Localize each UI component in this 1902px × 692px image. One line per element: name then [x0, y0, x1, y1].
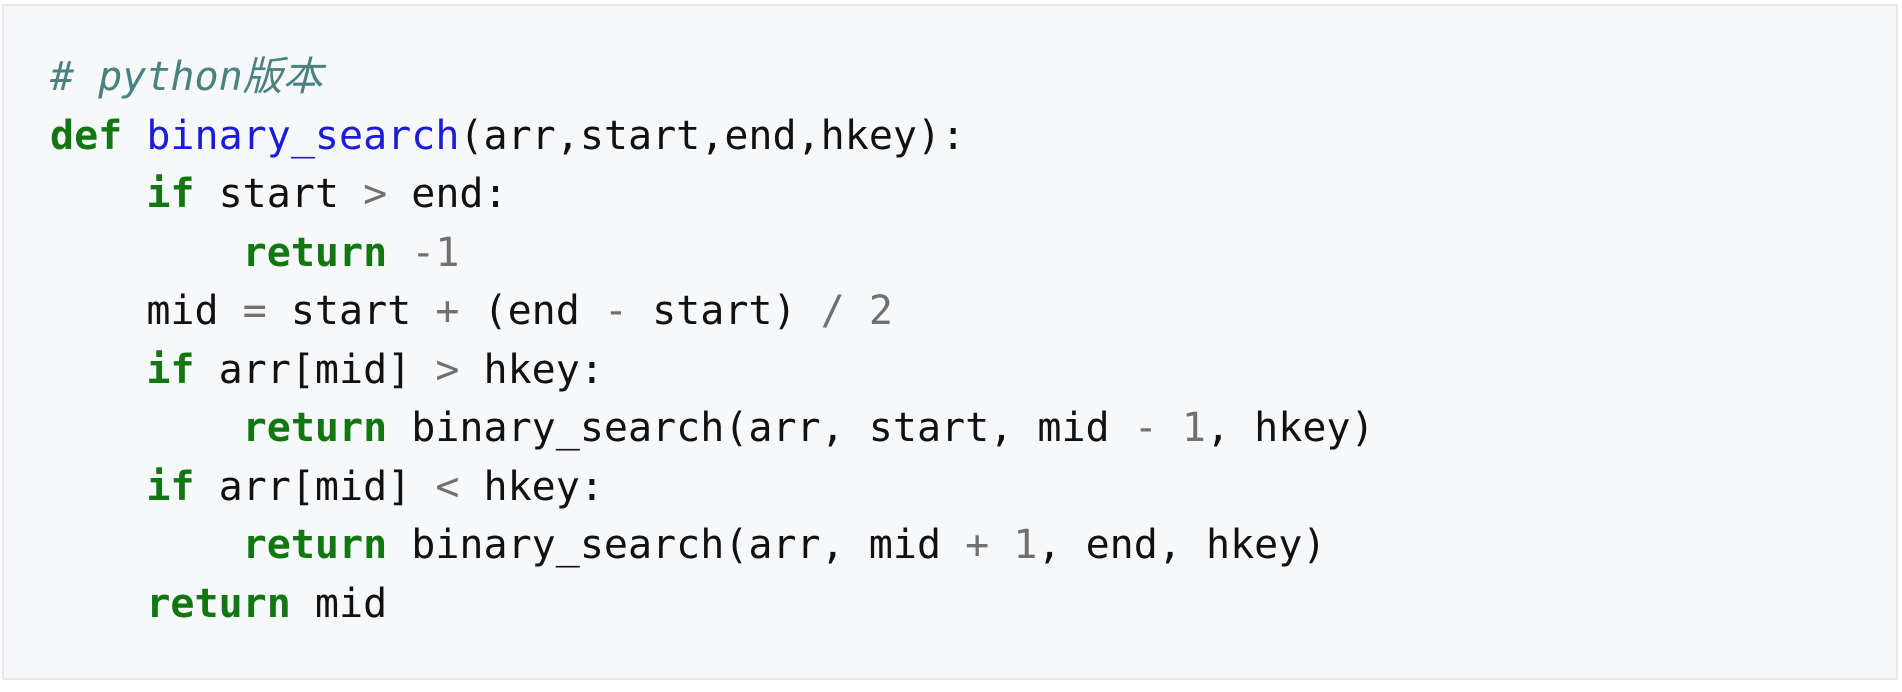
code-line-2: def binary_search(arr,start,end,hkey): [50, 107, 1850, 166]
code-number: 1 [1181, 405, 1206, 451]
code-text: binary_search(arr, mid [387, 522, 966, 568]
code-operator: - [1133, 405, 1158, 451]
code-text: arr[mid] [194, 463, 436, 510]
code-operator: > [435, 346, 460, 393]
code-function-name: binary_search [146, 112, 460, 159]
code-text: hkey: [459, 463, 604, 510]
code-operator: + [435, 288, 460, 334]
code-number: 1 [1013, 522, 1038, 568]
code-line-10: return mid [50, 575, 1850, 634]
code-operator: < [435, 463, 460, 510]
code-text: , end, hkey) [1037, 522, 1327, 568]
code-number: 2 [868, 288, 893, 334]
code-operator: > [363, 171, 388, 217]
code-comment: # python版本 [50, 54, 323, 100]
code-text: (arr,start,end,hkey): [459, 112, 966, 159]
code-keyword: return [242, 405, 388, 451]
code-keyword: if [146, 463, 195, 510]
code-line-4: return -1 [50, 224, 1850, 283]
code-text: start [266, 288, 436, 334]
code-text: start) [628, 288, 821, 334]
code-line-6: if arr[mid] > hkey: [50, 341, 1850, 400]
code-text: end: [387, 171, 508, 217]
code-keyword: def [50, 112, 123, 159]
code-keyword: if [146, 171, 195, 217]
code-line-5: mid = start + (end - start) / 2 [50, 282, 1850, 341]
code-text: , hkey) [1205, 405, 1375, 451]
code-keyword: return [146, 580, 291, 627]
code-line-8: if arr[mid] < hkey: [50, 458, 1850, 517]
code-number: -1 [411, 229, 460, 276]
code-line-7: return binary_search(arr, start, mid - 1… [50, 399, 1850, 458]
code-text: mid [290, 580, 388, 627]
code-keyword: if [146, 346, 195, 393]
code-text: binary_search(arr, start, mid [387, 405, 1134, 451]
code-text: start [194, 171, 364, 217]
code-keyword: return [242, 522, 388, 568]
code-text: hkey: [459, 346, 604, 393]
code-line-9: return binary_search(arr, mid + 1, end, … [50, 516, 1850, 575]
code-block: # python版本 def binary_search(arr,start,en… [2, 4, 1898, 680]
code-text: arr[mid] [194, 346, 436, 393]
code-line-1: # python版本 [50, 48, 1850, 107]
code-operator: = [242, 288, 267, 334]
code-operator: - [603, 288, 629, 334]
code-operator: / [820, 288, 845, 334]
code-keyword: return [242, 229, 388, 276]
code-operator: + [965, 522, 990, 568]
code-line-3: if start > end: [50, 165, 1850, 224]
code-text: mid [50, 288, 243, 334]
code-text: (end [459, 288, 604, 334]
